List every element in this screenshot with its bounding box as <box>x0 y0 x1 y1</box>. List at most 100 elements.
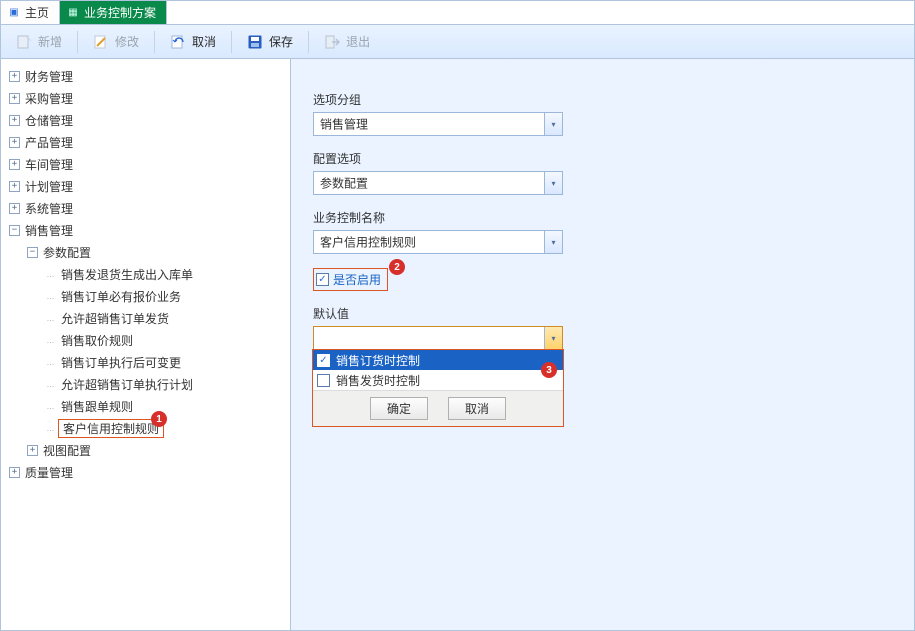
tree-node-label: 允许超销售订单执行计划 <box>58 376 196 393</box>
tree-node[interactable]: +视图配置 <box>5 439 286 461</box>
expand-icon[interactable]: + <box>27 445 38 456</box>
tree-node[interactable]: −参数配置 <box>5 241 286 263</box>
new-button[interactable]: 新增 <box>5 29 73 55</box>
dropdown-item[interactable]: ✓ 销售订货时控制 <box>313 350 563 370</box>
tree-node-label: 销售发退货生成出入库单 <box>58 266 196 283</box>
tree-node-label: 允许超销售订单发货 <box>58 310 172 327</box>
ctrl-name-combo[interactable]: 客户信用控制规则 ▾ <box>313 230 563 254</box>
tree-node[interactable]: …销售订单执行后可变更 <box>5 351 286 373</box>
tree-node-label: 销售订单必有报价业务 <box>58 288 184 305</box>
expand-icon[interactable]: + <box>9 181 20 192</box>
exit-button[interactable]: 退出 <box>313 29 381 55</box>
tree-node-label: 产品管理 <box>22 134 76 151</box>
collapse-icon[interactable]: − <box>9 225 20 236</box>
expand-icon[interactable]: + <box>9 467 20 478</box>
tree-node[interactable]: −销售管理 <box>5 219 286 241</box>
tree-node[interactable]: …允许超销售订单发货 <box>5 307 286 329</box>
dropdown-item-checkbox[interactable]: ✓ <box>317 374 330 387</box>
default-combo-input[interactable]: ▾ <box>313 326 563 350</box>
expand-icon[interactable]: + <box>9 203 20 214</box>
cancel-button[interactable]: 取消 <box>159 29 227 55</box>
edit-label: 修改 <box>115 33 139 50</box>
main-area: +财务管理+采购管理+仓储管理+产品管理+车间管理+计划管理+系统管理−销售管理… <box>1 59 914 630</box>
tree-node[interactable]: …销售跟单规则 <box>5 395 286 417</box>
tree-node-label: 计划管理 <box>22 178 76 195</box>
sidebar-tree[interactable]: +财务管理+采购管理+仓储管理+产品管理+车间管理+计划管理+系统管理−销售管理… <box>1 59 291 630</box>
tree-node-label: 系统管理 <box>22 200 76 217</box>
callout-3: 3 <box>541 362 557 378</box>
cancel-icon <box>170 34 186 50</box>
leaf-icon: … <box>45 358 56 367</box>
cancel-label: 取消 <box>192 33 216 50</box>
dropdown-item-label: 销售发货时控制 <box>336 372 420 389</box>
tree-node[interactable]: +车间管理 <box>5 153 286 175</box>
edit-icon <box>93 34 109 50</box>
chevron-down-icon[interactable]: ▾ <box>544 231 562 253</box>
toolbar-separator <box>308 31 309 53</box>
chevron-down-icon[interactable]: ▾ <box>544 327 562 349</box>
toolbar: 新增 修改 取消 保存 退出 <box>1 25 914 59</box>
default-combo[interactable]: ▾ ✓ 销售订货时控制 ✓ 销售发货时控制 3 确定 取消 <box>313 326 573 350</box>
save-button[interactable]: 保存 <box>236 29 304 55</box>
tree-node-label: 视图配置 <box>40 442 94 459</box>
leaf-icon: … <box>45 424 56 433</box>
leaf-icon: … <box>45 380 56 389</box>
tree-node-label: 财务管理 <box>22 68 76 85</box>
new-icon <box>16 34 32 50</box>
chevron-down-icon[interactable]: ▾ <box>544 113 562 135</box>
save-icon <box>247 34 263 50</box>
group-combo[interactable]: 销售管理 ▾ <box>313 112 563 136</box>
group-combo-value: 销售管理 <box>320 116 368 133</box>
tree-node[interactable]: +产品管理 <box>5 131 286 153</box>
tree-node[interactable]: +计划管理 <box>5 175 286 197</box>
dropdown-buttons: 确定 取消 <box>313 390 563 426</box>
tab-home[interactable]: ▣ 主页 <box>1 1 60 24</box>
leaf-icon: … <box>45 402 56 411</box>
edit-button[interactable]: 修改 <box>82 29 150 55</box>
dropdown-item[interactable]: ✓ 销售发货时控制 3 <box>313 370 563 390</box>
tree-node-label: 销售订单执行后可变更 <box>58 354 184 371</box>
dropdown-cancel-button[interactable]: 取消 <box>448 397 506 420</box>
content-panel: 选项分组 销售管理 ▾ 配置选项 参数配置 ▾ 业务控制名称 客户信用控制规则 … <box>291 59 914 630</box>
toolbar-separator <box>154 31 155 53</box>
tree-node-label: 质量管理 <box>22 464 76 481</box>
option-label: 配置选项 <box>313 150 573 167</box>
expand-icon[interactable]: + <box>9 71 20 82</box>
new-label: 新增 <box>38 33 62 50</box>
leaf-icon: … <box>45 314 56 323</box>
collapse-icon[interactable]: − <box>27 247 38 258</box>
dropdown-item-label: 销售订货时控制 <box>336 352 420 369</box>
tree-node[interactable]: …销售取价规则 <box>5 329 286 351</box>
tree-node[interactable]: +质量管理 <box>5 461 286 483</box>
tree-node[interactable]: +财务管理 <box>5 65 286 87</box>
tree-node[interactable]: …销售订单必有报价业务 <box>5 285 286 307</box>
tree-node[interactable]: +采购管理 <box>5 87 286 109</box>
tree-node-label: 车间管理 <box>22 156 76 173</box>
enable-checkbox-row[interactable]: ✓ 是否启用 2 <box>313 268 388 291</box>
tree-node[interactable]: …允许超销售订单执行计划 <box>5 373 286 395</box>
toolbar-separator <box>231 31 232 53</box>
tree-node[interactable]: …销售发退货生成出入库单 <box>5 263 286 285</box>
leaf-icon: … <box>45 292 56 301</box>
tab-business-control-label: 业务控制方案 <box>84 4 156 21</box>
option-combo-value: 参数配置 <box>320 175 368 192</box>
enable-checkbox[interactable]: ✓ <box>316 273 329 286</box>
callout-1: 1 <box>151 411 167 427</box>
ok-button[interactable]: 确定 <box>370 397 428 420</box>
expand-icon[interactable]: + <box>9 137 20 148</box>
ctrl-name-combo-value: 客户信用控制规则 <box>320 234 416 251</box>
tree-node[interactable]: +系统管理 <box>5 197 286 219</box>
ctrl-name-label: 业务控制名称 <box>313 209 573 226</box>
chevron-down-icon[interactable]: ▾ <box>544 172 562 194</box>
expand-icon[interactable]: + <box>9 159 20 170</box>
option-combo[interactable]: 参数配置 ▾ <box>313 171 563 195</box>
expand-icon[interactable]: + <box>9 93 20 104</box>
expand-icon[interactable]: + <box>9 115 20 126</box>
tree-node-label: 客户信用控制规则 <box>58 419 164 438</box>
dropdown-item-checkbox[interactable]: ✓ <box>317 354 330 367</box>
tree-node[interactable]: +仓储管理 <box>5 109 286 131</box>
tree-node[interactable]: …客户信用控制规则 <box>5 417 286 439</box>
tab-business-control[interactable]: ▦ 业务控制方案 <box>60 1 167 24</box>
toolbar-separator <box>77 31 78 53</box>
leaf-icon: … <box>45 270 56 279</box>
